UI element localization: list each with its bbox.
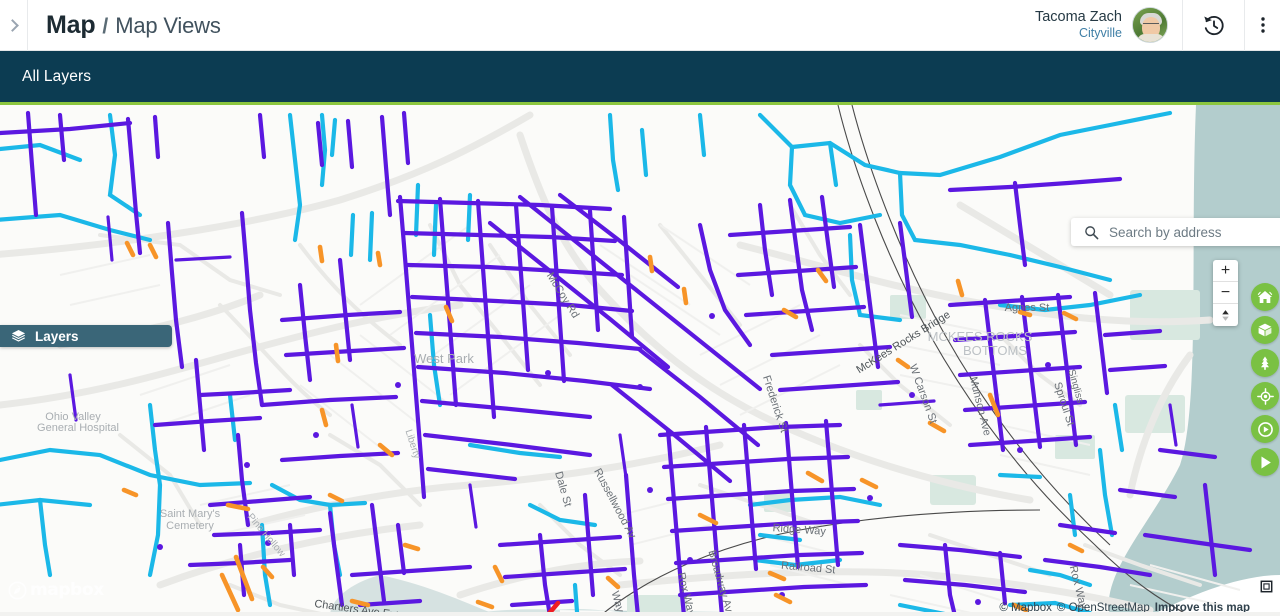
fullscreen-button[interactable] — [1259, 579, 1274, 594]
layers-label: Layers — [35, 328, 79, 344]
play-circle-icon — [1257, 421, 1273, 437]
fullscreen-icon — [1260, 580, 1273, 593]
user-organization: Cityville — [1078, 26, 1122, 41]
address-search[interactable] — [1071, 218, 1280, 246]
search-icon — [1085, 225, 1099, 239]
map-bottom-strip — [0, 612, 1280, 616]
mapbox-logo[interactable]: mapbox — [8, 580, 104, 600]
user-info: Tacoma Zach Cityville — [1035, 9, 1122, 40]
layer-nav-bar: All Layers — [0, 51, 1280, 102]
avatar[interactable] — [1132, 7, 1168, 43]
home-icon — [1257, 291, 1273, 303]
sidebar-expand-button[interactable] — [0, 0, 28, 51]
overflow-menu-button[interactable] — [1244, 0, 1280, 51]
breadcrumb: Map / Map Views — [46, 11, 221, 40]
top-header-bar: Map / Map Views Tacoma Zach Cityville — [0, 0, 1280, 51]
tree-icon — [1261, 356, 1269, 370]
map-label: Saint Mary's — [160, 508, 221, 520]
map-label: West Park — [414, 351, 474, 366]
map-label: BOTTOMS — [963, 343, 1027, 358]
breadcrumb-current: Map Views — [115, 12, 221, 38]
assets-button[interactable] — [1251, 316, 1279, 344]
compass-icon — [1222, 309, 1229, 321]
zoom-in-button[interactable]: + — [1213, 260, 1238, 282]
map-label: General Hospital — [37, 422, 119, 434]
map-canvas[interactable]: .road { stroke:#e9e9e6; fill:none; strok… — [0, 105, 1280, 616]
layers-stack-icon — [11, 329, 26, 342]
trees-button[interactable] — [1251, 349, 1279, 377]
mapbox-wordmark: mapbox — [30, 580, 104, 600]
user-name: Tacoma Zach — [1034, 9, 1122, 26]
mapbox-mark-icon — [8, 581, 27, 599]
map-label: MCKEES ROCKS — [928, 329, 1033, 344]
map-label: Cemetery — [166, 520, 214, 532]
chevron-right-icon — [5, 18, 19, 32]
map-graphics: .road { stroke:#e9e9e6; fill:none; strok… — [0, 105, 1280, 616]
zoom-out-button[interactable]: − — [1213, 282, 1238, 304]
package-icon — [1258, 323, 1272, 337]
home-button[interactable] — [1251, 283, 1279, 311]
header-right-actions: Tacoma Zach Cityville — [1025, 0, 1280, 51]
layers-panel-button[interactable]: Layers — [0, 325, 172, 347]
history-button[interactable] — [1182, 0, 1244, 51]
map-label: Agnes St — [1005, 302, 1050, 314]
breadcrumb-separator: / — [102, 14, 109, 38]
compass-button[interactable] — [1213, 304, 1238, 326]
history-clock-icon — [1203, 15, 1224, 36]
play-circle-button[interactable] — [1251, 415, 1279, 443]
zoom-controls[interactable]: + − — [1213, 260, 1238, 326]
map-views-page: Map / Map Views Tacoma Zach Cityville Al… — [0, 0, 1280, 616]
play-icon — [1260, 456, 1271, 468]
search-input[interactable] — [1109, 224, 1280, 240]
breadcrumb-root[interactable]: Map — [46, 11, 96, 40]
target-icon — [1256, 387, 1274, 405]
kebab-menu-icon — [1260, 17, 1265, 33]
map-action-rail — [1251, 283, 1279, 476]
nav-title-all-layers[interactable]: All Layers — [22, 68, 91, 86]
locate-button[interactable] — [1251, 382, 1279, 410]
run-button[interactable] — [1251, 448, 1279, 476]
user-menu[interactable]: Tacoma Zach Cityville — [1025, 0, 1182, 51]
